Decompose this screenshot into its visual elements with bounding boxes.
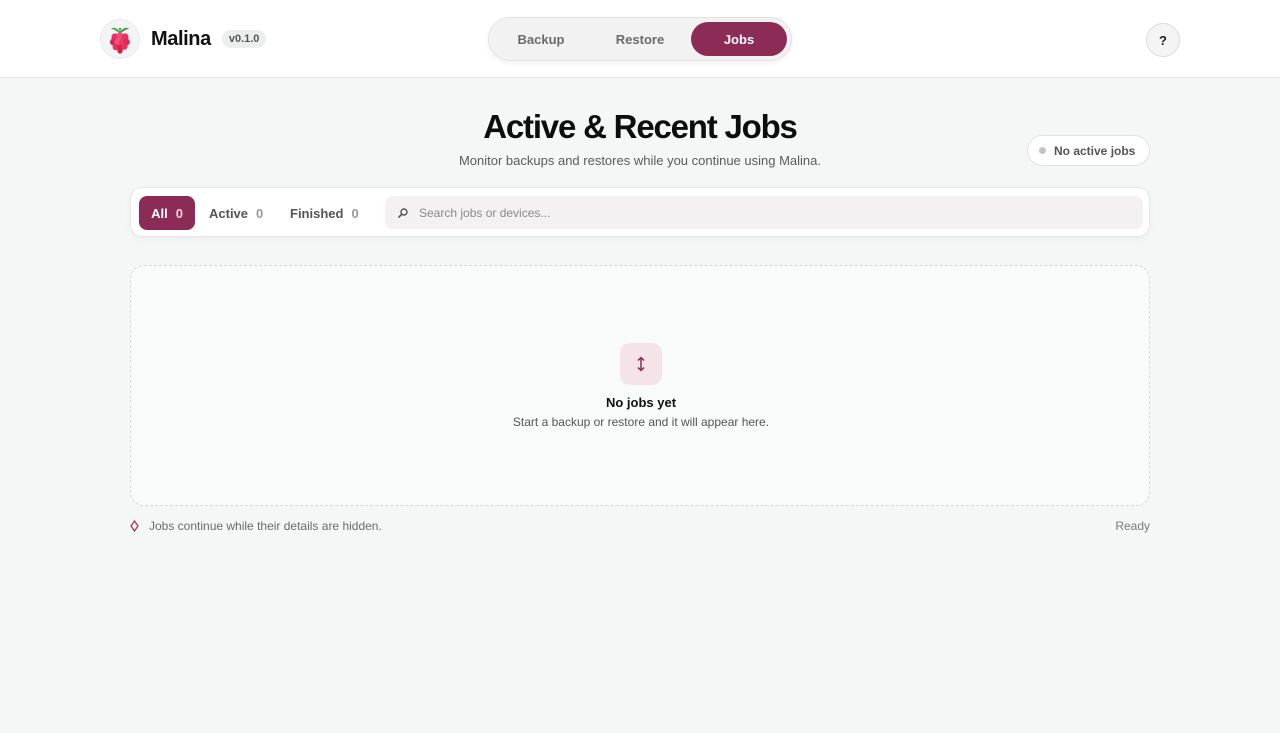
search-box <box>385 196 1143 229</box>
nav-tab-jobs[interactable]: Jobs <box>691 22 787 56</box>
diamond-icon <box>130 520 139 532</box>
footer-note: Jobs continue while their details are hi… <box>130 519 382 533</box>
empty-state-subtitle: Start a backup or restore and it will ap… <box>512 415 770 429</box>
search-input[interactable] <box>419 205 1119 220</box>
filter-tab-finished[interactable]: Finished 0 <box>290 196 359 230</box>
filter-tab-label: Active <box>209 205 249 221</box>
raspberry-icon <box>100 19 140 59</box>
filter-tab-all[interactable]: All 0 <box>139 196 195 230</box>
status-badge: No active jobs <box>1027 135 1150 166</box>
main-nav: Backup Restore Jobs <box>488 17 792 61</box>
status-dot-icon <box>1039 147 1046 154</box>
help-button[interactable]: ? <box>1146 23 1180 57</box>
nav-tab-backup[interactable]: Backup <box>494 22 588 56</box>
filter-bar: All 0 Active 0 Finished 0 <box>130 187 1150 237</box>
top-bar: Malina v0.1.0 Backup Restore Jobs ? <box>0 0 1280 78</box>
version-badge: v0.1.0 <box>221 30 267 48</box>
search-icon <box>398 207 408 218</box>
empty-state-title: No jobs yet <box>605 395 677 410</box>
filter-tab-label: All <box>151 205 168 221</box>
brand: Malina v0.1.0 <box>100 18 267 60</box>
filter-tab-count: 0 <box>256 205 264 221</box>
filter-tab-count: 0 <box>351 205 359 221</box>
filter-tab-label: Finished <box>290 205 344 221</box>
footer-status: Ready <box>1115 519 1150 533</box>
app-name: Malina <box>151 27 211 50</box>
status-badge-label: No active jobs <box>1054 143 1136 158</box>
footer-note-text: Jobs continue while their details are hi… <box>149 519 382 533</box>
nav-tab-restore[interactable]: Restore <box>592 22 688 56</box>
filter-tab-count: 0 <box>175 205 183 221</box>
up-down-arrow-icon <box>620 343 662 385</box>
filter-tab-active[interactable]: Active 0 <box>209 196 263 230</box>
empty-state: No jobs yet Start a backup or restore an… <box>130 265 1150 506</box>
